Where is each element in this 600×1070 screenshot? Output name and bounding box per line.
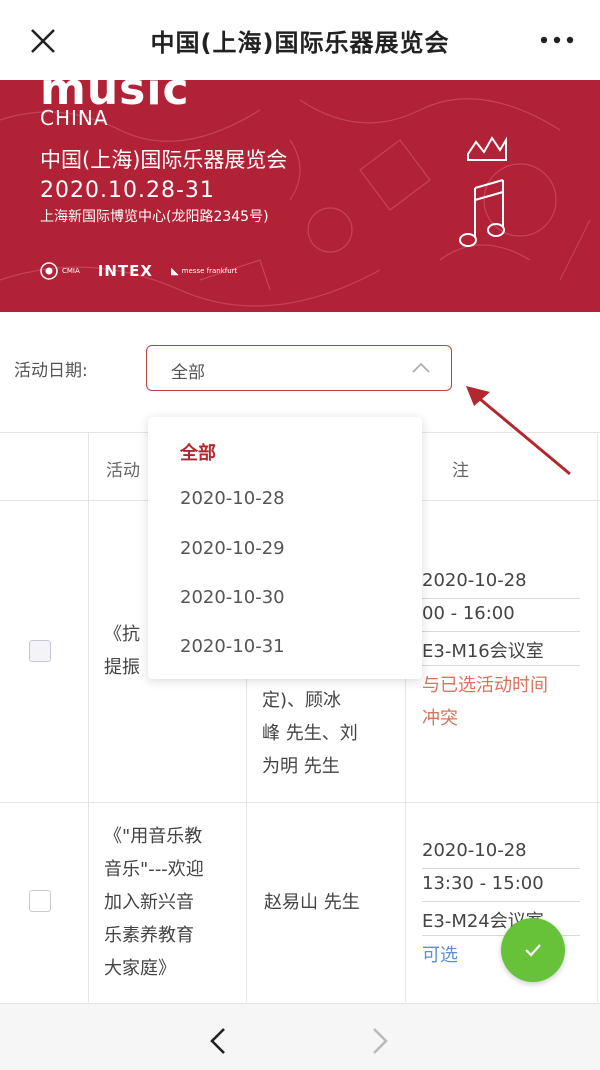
close-icon[interactable] (30, 28, 56, 54)
schedule-divider (422, 631, 580, 632)
mf-mark-icon: ◣ (170, 265, 179, 277)
check-icon (525, 944, 541, 957)
page-title: 中国(上海)国际乐器展览会 (150, 28, 450, 57)
row-checkbox[interactable] (29, 890, 51, 912)
schedule-divider (422, 901, 580, 902)
annotation-arrow-icon (466, 386, 571, 476)
schedule-divider (422, 665, 580, 666)
cmia-logo: CMIA (40, 262, 80, 280)
schedule-time: 00 - 16:00 (422, 603, 515, 624)
dropdown-option-date[interactable]: 2020-10-28 (180, 488, 285, 509)
expo-name: 中国(上海)国际乐器展览会 (40, 148, 288, 172)
schedule-date: 2020-10-28 (422, 840, 527, 861)
sponsor-logos: CMIA INTEX ◣ messe frankfurt (40, 262, 237, 280)
schedule-room: E3-M16会议室 (422, 641, 544, 662)
schedule-divider (422, 598, 580, 599)
conflict-status: 冲突 (422, 708, 458, 729)
dropdown-option-all[interactable]: 全部 (180, 439, 216, 465)
bottom-nav-bar (0, 1003, 600, 1070)
event-banner: music CHINA 中国(上海)国际乐器展览会 2020.10.28-31 … (0, 80, 600, 312)
activity-title-line: 加入新兴音 (104, 892, 194, 913)
table-col-divider (88, 432, 89, 1002)
expo-dates: 2020.10.28-31 (40, 178, 215, 203)
schedule-date: 2020-10-28 (422, 570, 527, 591)
dropdown-option-date[interactable]: 2020-10-31 (180, 636, 285, 657)
schedule-time: 13:30 - 15:00 (422, 873, 544, 894)
schedule-divider (422, 868, 580, 869)
chevron-up-icon (412, 362, 430, 373)
dropdown-option-date[interactable]: 2020-10-29 (180, 538, 285, 559)
forward-arrow-icon[interactable] (370, 1026, 390, 1056)
brand-subtitle: CHINA (40, 106, 109, 130)
activity-title-line: 《抗 (104, 624, 140, 645)
date-filter-value: 全部 (171, 363, 205, 383)
cmia-emblem-icon (40, 262, 58, 280)
date-dropdown-menu: 全部 2020-10-28 2020-10-29 2020-10-30 2020… (148, 417, 422, 679)
activity-title-line: 提振 (104, 657, 140, 678)
speaker-line: 为明 先生 (262, 756, 340, 777)
back-arrow-icon[interactable] (208, 1026, 228, 1056)
date-filter-label: 活动日期: (14, 361, 88, 381)
top-nav-bar: 中国(上海)国际乐器展览会 (0, 0, 600, 80)
speaker-line: 定)、顾冰 (262, 690, 342, 711)
expo-venue: 上海新国际博览中心(龙阳路2345号) (40, 209, 269, 225)
date-filter-select[interactable]: 全部 (146, 345, 452, 391)
dropdown-option-date[interactable]: 2020-10-30 (180, 587, 285, 608)
activity-title-line: 《"用音乐教 (104, 826, 203, 847)
activity-title-line: 音乐"---欢迎 (104, 859, 204, 880)
messe-frankfurt-logo: ◣ messe frankfurt (170, 265, 238, 277)
table-header-activity: 活动 (106, 461, 140, 481)
intex-logo: INTEX (97, 262, 153, 280)
activity-title-line: 乐素养教育 (104, 925, 194, 946)
table-row-divider (0, 802, 600, 803)
available-status[interactable]: 可选 (422, 941, 458, 967)
speaker-line: 峰 先生、刘 (262, 723, 358, 744)
conflict-status: 与已选活动时间 (422, 675, 548, 696)
row-checkbox[interactable] (29, 640, 51, 662)
more-icon[interactable] (540, 32, 574, 48)
speaker-name: 赵易山 先生 (264, 892, 360, 913)
confirm-fab-button[interactable] (501, 918, 565, 982)
activity-title-line: 大家庭》 (104, 958, 176, 979)
table-col-divider (597, 432, 598, 1002)
